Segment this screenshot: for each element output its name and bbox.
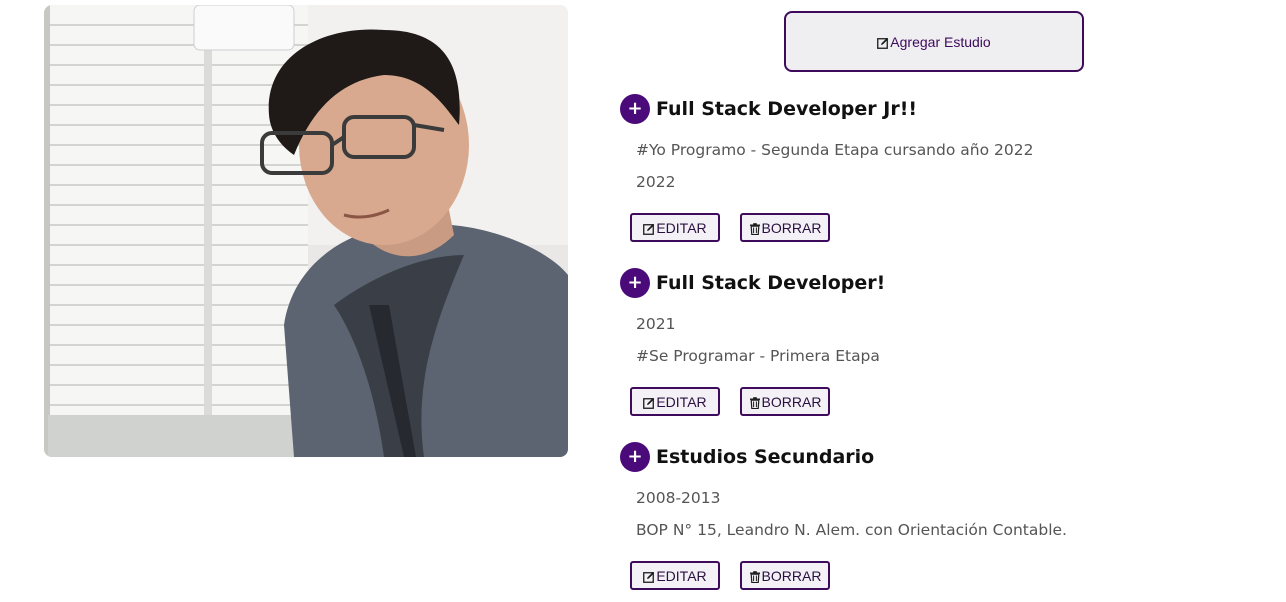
delete-label: BORRAR: [761, 393, 822, 410]
study-title: Full Stack Developer Jr!!: [656, 98, 918, 120]
edit-icon: [643, 396, 655, 409]
edit-label: EDITAR: [656, 219, 707, 236]
study-line-1: 2021: [636, 315, 676, 333]
study-line-1: #Yo Programo - Segunda Etapa cursando añ…: [636, 141, 1034, 159]
edit-icon: [643, 222, 655, 235]
edit-button[interactable]: EDITAR: [630, 561, 720, 590]
page: Agregar Estudio + Full Stack Developer J…: [0, 0, 1286, 602]
trash-icon: [749, 396, 761, 409]
pencil-square-icon: [877, 36, 889, 49]
edit-button[interactable]: EDITAR: [630, 387, 720, 416]
edit-label: EDITAR: [656, 567, 707, 584]
delete-button[interactable]: BORRAR: [740, 213, 830, 242]
study-line-1: 2008-2013: [636, 489, 721, 507]
study-title: Estudios Secundario: [656, 446, 875, 468]
delete-button[interactable]: BORRAR: [740, 561, 830, 590]
study-line-2: 2022: [636, 173, 676, 191]
expand-plus-icon[interactable]: +: [620, 268, 650, 298]
study-line-2: BOP N° 15, Leandro N. Alem. con Orientac…: [636, 521, 1067, 539]
delete-label: BORRAR: [761, 567, 822, 584]
study-title: Full Stack Developer!: [656, 272, 886, 294]
study-line-2: #Se Programar - Primera Etapa: [636, 347, 880, 365]
study-entry: + Full Stack Developer Jr!! #Yo Programo…: [620, 94, 1140, 242]
edit-button[interactable]: EDITAR: [630, 213, 720, 242]
edit-icon: [643, 570, 655, 583]
study-entry: + Estudios Secundario 2008-2013 BOP N° 1…: [620, 442, 1140, 590]
add-study-label: Agregar Estudio: [890, 33, 991, 50]
study-entry: + Full Stack Developer! 2021 #Se Program…: [620, 268, 1140, 416]
expand-plus-icon[interactable]: +: [620, 94, 650, 124]
add-study-button[interactable]: Agregar Estudio: [784, 11, 1084, 72]
trash-icon: [749, 570, 761, 583]
edit-label: EDITAR: [656, 393, 707, 410]
trash-icon: [749, 222, 761, 235]
profile-photo: [44, 5, 568, 457]
delete-button[interactable]: BORRAR: [740, 387, 830, 416]
expand-plus-icon[interactable]: +: [620, 442, 650, 472]
delete-label: BORRAR: [761, 219, 822, 236]
